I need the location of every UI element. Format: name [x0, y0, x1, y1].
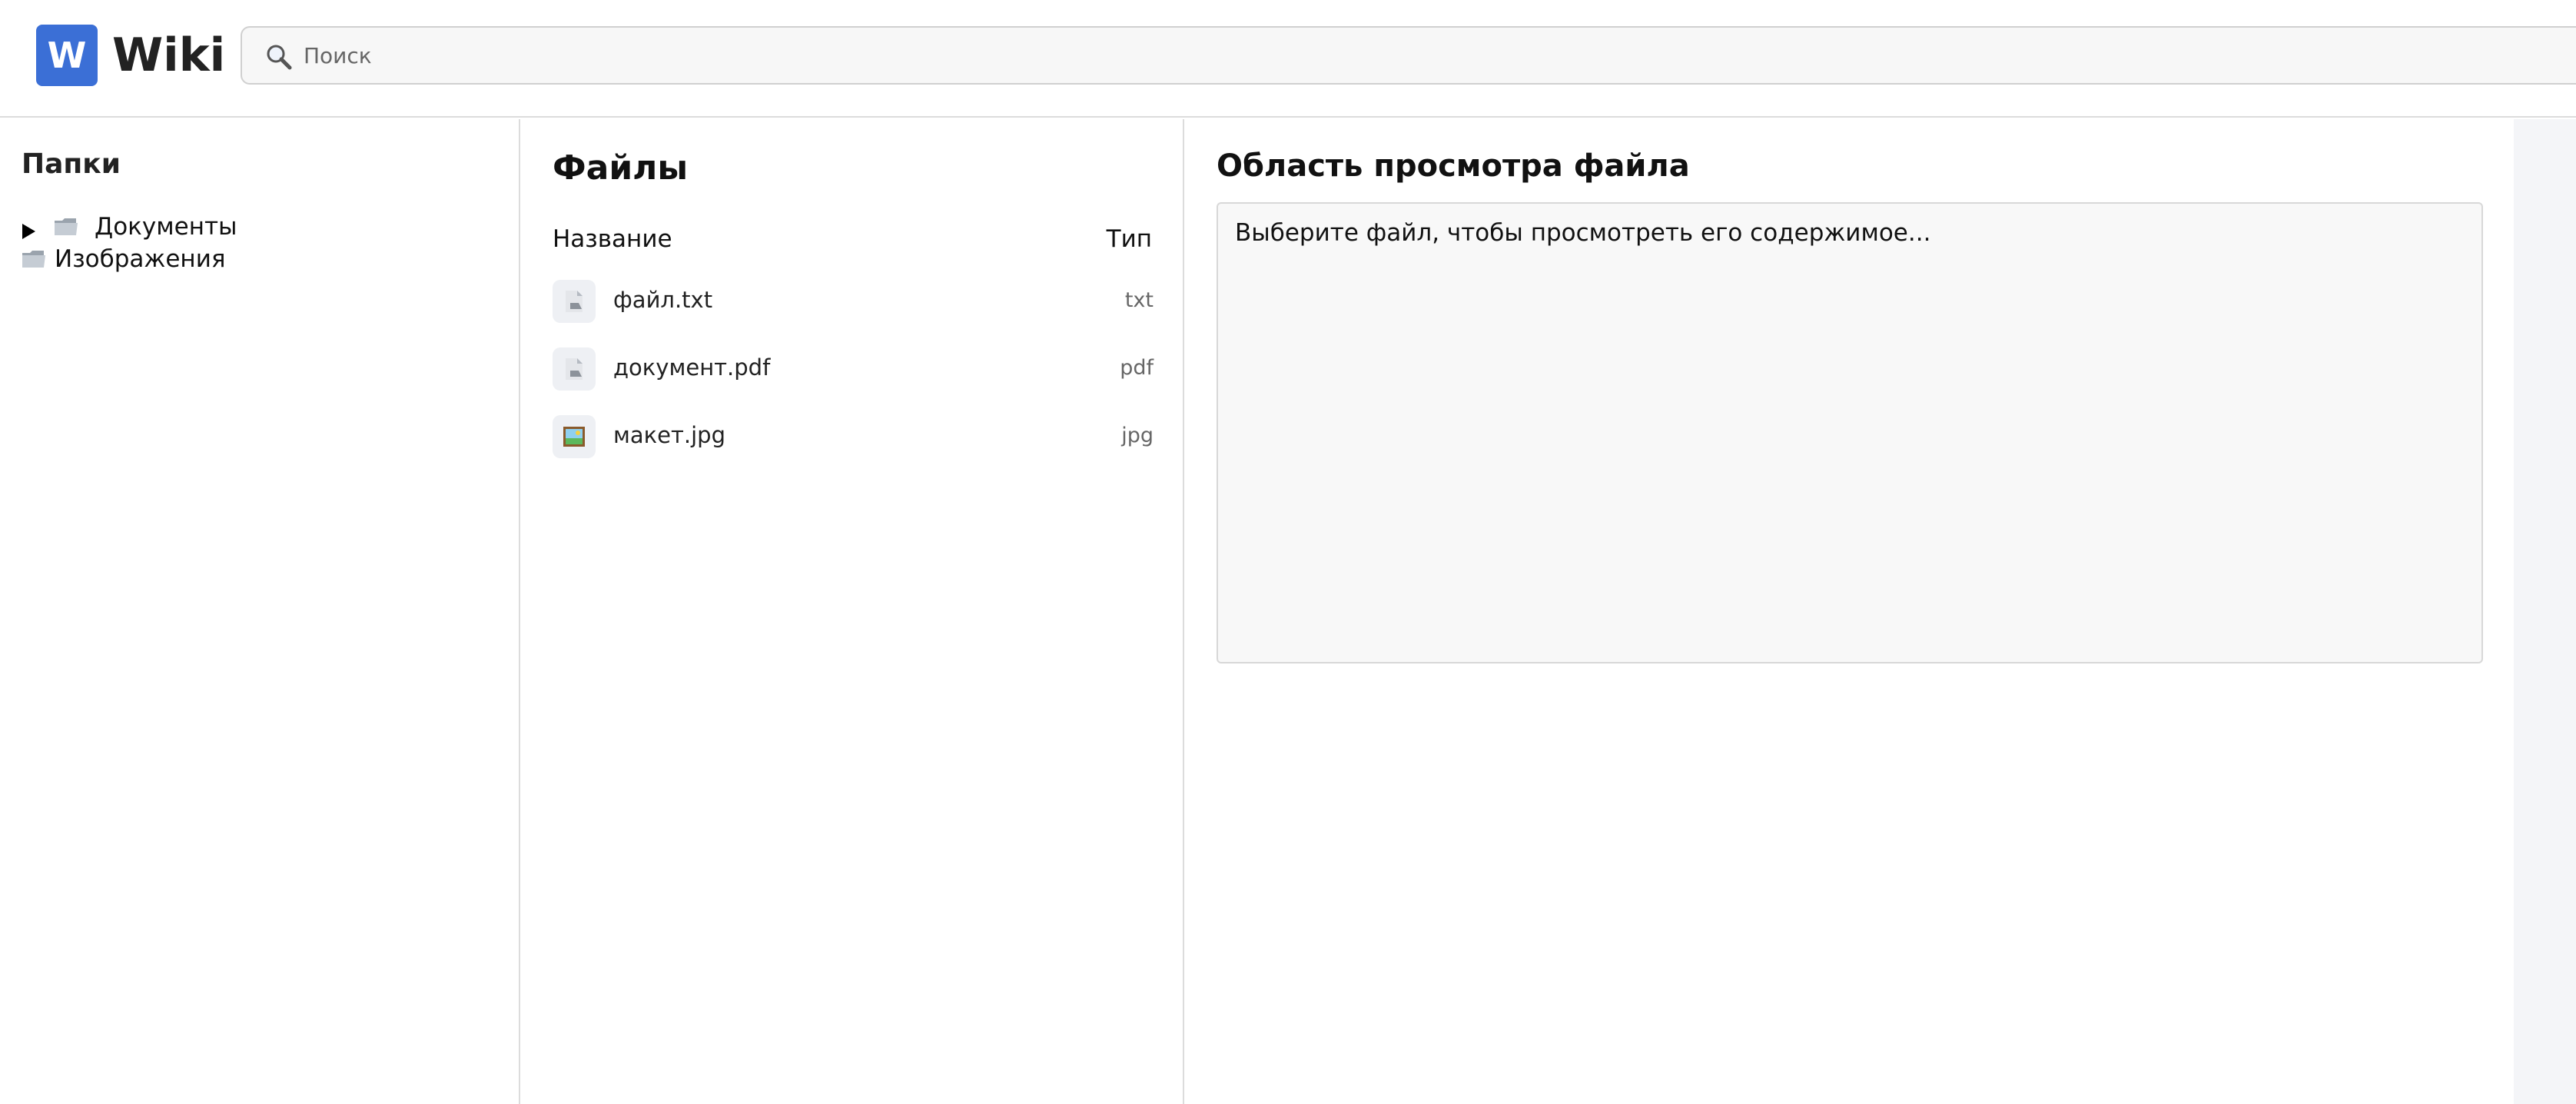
- folder-icon: [53, 216, 79, 238]
- document-icon: [553, 347, 596, 391]
- column-header-type[interactable]: Тип: [1107, 225, 1152, 253]
- preview-area[interactable]: Выберите файл, чтобы просмотреть его сод…: [1217, 202, 2483, 663]
- folder-item-images[interactable]: Изображения: [21, 244, 226, 274]
- right-sidebar-strip: [2514, 119, 2576, 1104]
- file-row[interactable]: макет.jpg jpg: [553, 414, 1154, 460]
- image-icon: [553, 415, 596, 458]
- files-panel: Файлы Название Тип файл.txt txt документ…: [522, 119, 1184, 1104]
- folder-item-documents[interactable]: Документы: [21, 211, 237, 242]
- expand-arrow-icon[interactable]: [21, 218, 36, 239]
- preview-panel: Область просмотра файла Выберите файл, ч…: [1186, 119, 2514, 1104]
- search-bar[interactable]: [241, 26, 2576, 85]
- top-bar: W Wiki: [0, 0, 2576, 118]
- document-icon: [553, 280, 596, 323]
- file-row[interactable]: документ.pdf pdf: [553, 346, 1154, 392]
- folder-icon: [21, 248, 47, 270]
- folder-label: Документы: [95, 213, 237, 241]
- file-name: файл.txt: [613, 287, 713, 313]
- file-type: pdf: [1120, 356, 1154, 380]
- preview-placeholder: Выберите файл, чтобы просмотреть его сод…: [1235, 219, 1931, 247]
- magnifier-icon: [264, 42, 294, 72]
- preview-title: Область просмотра файла: [1217, 148, 1690, 184]
- brand-title: Wiki: [112, 28, 226, 82]
- logo[interactable]: W: [36, 25, 98, 86]
- file-row[interactable]: файл.txt txt: [553, 278, 1154, 324]
- folder-label: Изображения: [55, 245, 226, 273]
- folders-title: Папки: [22, 148, 121, 180]
- search-input[interactable]: [304, 28, 2532, 83]
- file-name: документ.pdf: [613, 354, 771, 381]
- file-type: jpg: [1121, 424, 1154, 447]
- file-name: макет.jpg: [613, 422, 725, 448]
- files-title: Файлы: [553, 148, 689, 188]
- folders-panel: Папки Документы Изображения: [0, 119, 520, 1104]
- file-type: txt: [1124, 288, 1154, 312]
- column-header-name[interactable]: Название: [553, 225, 672, 253]
